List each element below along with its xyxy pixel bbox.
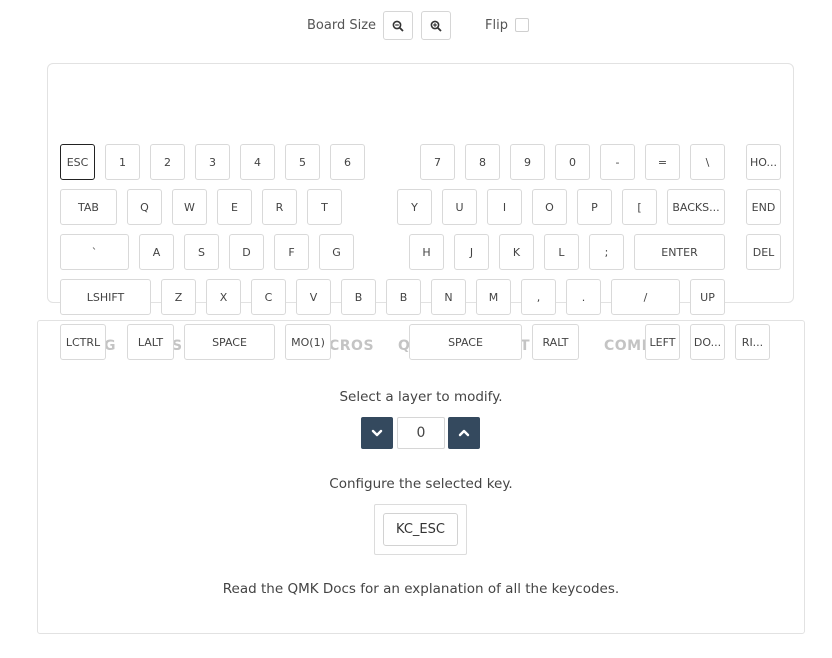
key[interactable]: LCTRL xyxy=(60,324,106,360)
key[interactable]: = xyxy=(645,144,680,180)
key[interactable]: K xyxy=(499,234,534,270)
key[interactable]: P xyxy=(577,189,612,225)
zoom-in-button[interactable] xyxy=(421,11,451,40)
key[interactable]: LSHIFT xyxy=(60,279,151,315)
key[interactable]: , xyxy=(521,279,556,315)
key[interactable]: 9 xyxy=(510,144,545,180)
key[interactable]: ESC xyxy=(60,144,95,180)
key[interactable]: 6 xyxy=(330,144,365,180)
key[interactable]: J xyxy=(454,234,489,270)
key[interactable]: TAB xyxy=(60,189,117,225)
key[interactable]: 4 xyxy=(240,144,275,180)
zoom-out-icon xyxy=(392,20,404,32)
key[interactable]: F xyxy=(274,234,309,270)
key[interactable]: END xyxy=(746,189,781,225)
key[interactable]: . xyxy=(566,279,601,315)
key[interactable]: U xyxy=(442,189,477,225)
key[interactable]: UP xyxy=(690,279,725,315)
key[interactable]: Z xyxy=(161,279,196,315)
flip-checkbox[interactable] xyxy=(515,18,529,32)
toolbar: Board Size Flip xyxy=(0,0,832,52)
key[interactable]: 1 xyxy=(105,144,140,180)
key[interactable]: E xyxy=(217,189,252,225)
key[interactable]: - xyxy=(600,144,635,180)
key[interactable]: O xyxy=(532,189,567,225)
key[interactable]: ENTER xyxy=(634,234,725,270)
key[interactable]: / xyxy=(611,279,680,315)
configure-prompt: Configure the selected key. xyxy=(329,476,513,492)
key[interactable]: Y xyxy=(397,189,432,225)
chevron-down-icon xyxy=(371,429,383,437)
key[interactable]: 0 xyxy=(555,144,590,180)
layer-input[interactable] xyxy=(397,417,445,449)
key[interactable]: LALT xyxy=(127,324,174,360)
key[interactable]: RI... xyxy=(735,324,770,360)
key[interactable]: \ xyxy=(690,144,725,180)
key[interactable]: I xyxy=(487,189,522,225)
key[interactable]: Q xyxy=(127,189,162,225)
key[interactable]: W xyxy=(172,189,207,225)
key[interactable]: M xyxy=(476,279,511,315)
flip-label: Flip xyxy=(485,18,508,33)
key[interactable]: B xyxy=(386,279,421,315)
tab-macros[interactable]: CROS xyxy=(329,338,374,354)
key[interactable]: 3 xyxy=(195,144,230,180)
key[interactable]: V xyxy=(296,279,331,315)
key[interactable]: RALT xyxy=(532,324,579,360)
key[interactable]: SPACE xyxy=(184,324,275,360)
key[interactable]: 7 xyxy=(420,144,455,180)
key[interactable]: C xyxy=(251,279,286,315)
key[interactable]: DO... xyxy=(690,324,725,360)
layer-down-button[interactable] xyxy=(361,417,393,449)
key[interactable]: D xyxy=(229,234,264,270)
key[interactable]: 5 xyxy=(285,144,320,180)
key[interactable]: ; xyxy=(589,234,624,270)
zoom-out-button[interactable] xyxy=(383,11,413,40)
key[interactable]: A xyxy=(139,234,174,270)
key[interactable]: T xyxy=(307,189,342,225)
key[interactable]: [ xyxy=(622,189,657,225)
key[interactable]: X xyxy=(206,279,241,315)
key[interactable]: ` xyxy=(60,234,129,270)
key[interactable]: DEL xyxy=(746,234,781,270)
key[interactable]: 8 xyxy=(465,144,500,180)
key[interactable]: H xyxy=(409,234,444,270)
key[interactable]: SPACE xyxy=(409,324,522,360)
key[interactable]: 2 xyxy=(150,144,185,180)
key[interactable]: BACKS... xyxy=(667,189,725,225)
zoom-in-icon xyxy=(430,20,442,32)
docs-note: Read the QMK Docs for an explanation of … xyxy=(222,581,620,597)
chevron-up-icon xyxy=(458,429,470,437)
layer-up-button[interactable] xyxy=(448,417,480,449)
key[interactable]: HO... xyxy=(746,144,781,180)
key[interactable]: B xyxy=(341,279,376,315)
keycode-field[interactable]: KC_ESC xyxy=(383,513,458,546)
key[interactable]: MO(1) xyxy=(285,324,331,360)
key[interactable]: G xyxy=(319,234,354,270)
keycode-container: KC_ESC xyxy=(374,504,467,555)
key[interactable]: L xyxy=(544,234,579,270)
layer-prompt: Select a layer to modify. xyxy=(339,389,503,405)
board-size-label: Board Size xyxy=(307,18,377,33)
key[interactable]: R xyxy=(262,189,297,225)
key[interactable]: N xyxy=(431,279,466,315)
key[interactable]: LEFT xyxy=(645,324,680,360)
key[interactable]: S xyxy=(184,234,219,270)
